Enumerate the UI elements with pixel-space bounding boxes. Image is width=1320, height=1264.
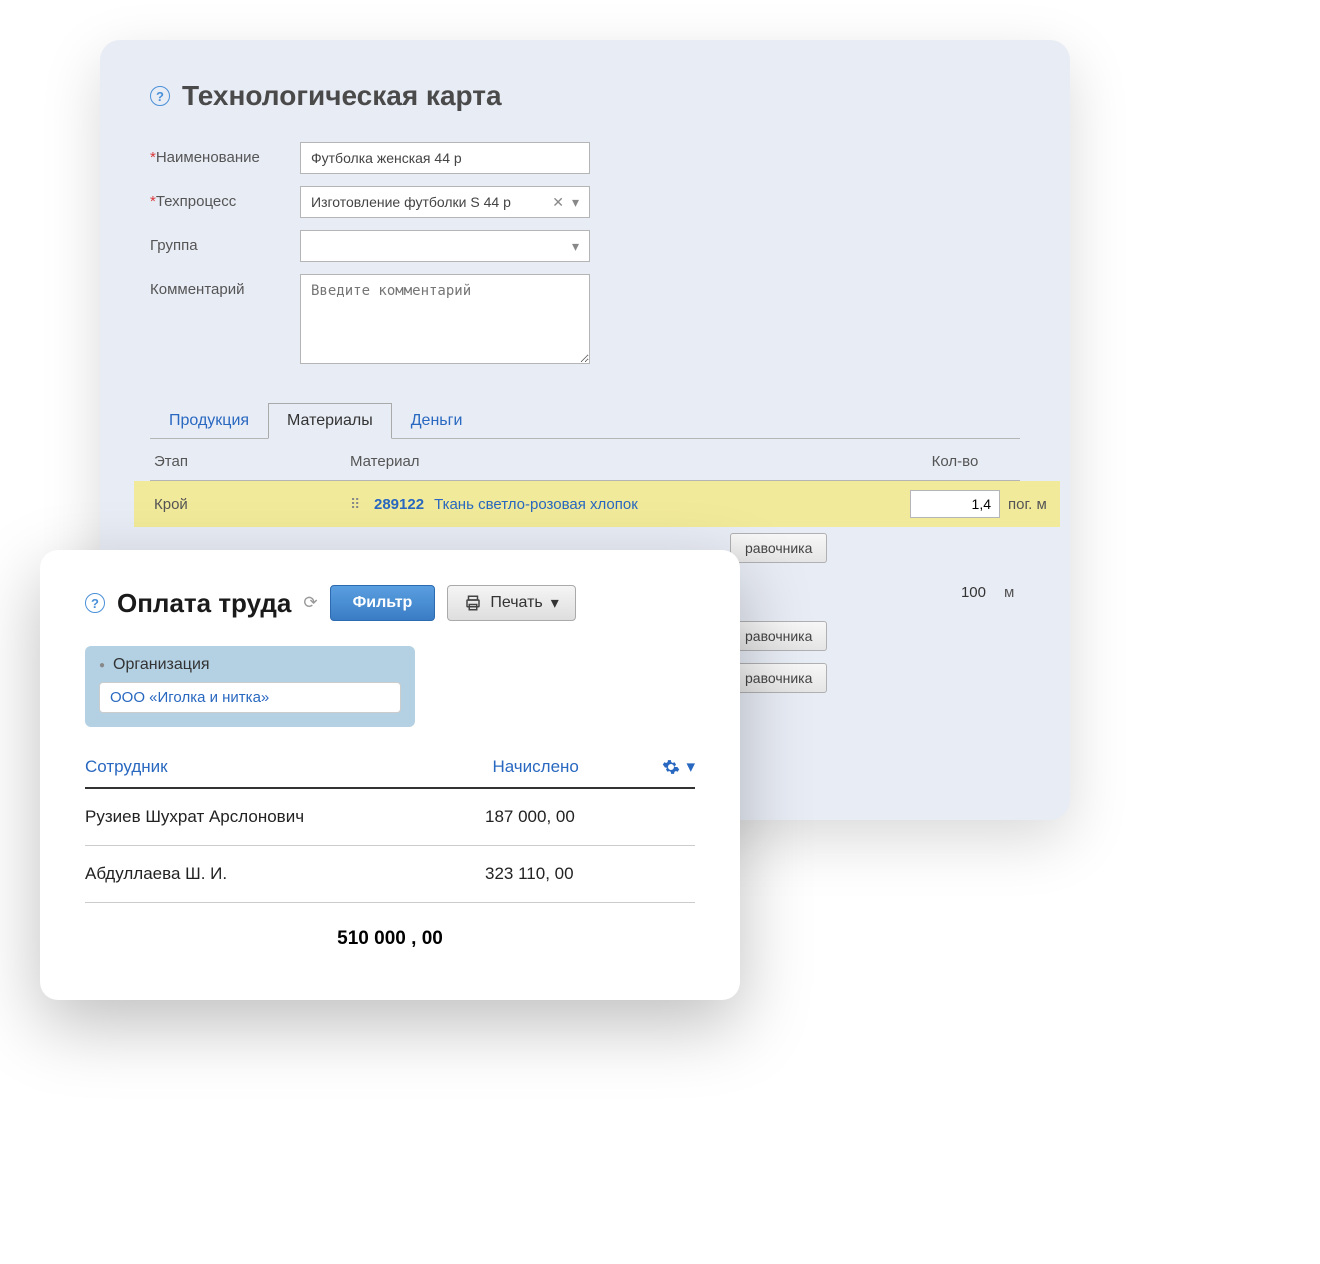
comment-label: Комментарий xyxy=(150,274,300,298)
form-row-group: Группа ▾ xyxy=(150,230,1070,262)
form-row-comment: Комментарий xyxy=(150,274,1070,364)
org-filter-value[interactable]: ООО «Иголка и нитка» xyxy=(99,682,401,713)
col-qty-header: Кол-во xyxy=(890,453,1020,470)
filter-button[interactable]: Фильтр xyxy=(330,585,436,621)
column-settings[interactable]: ▾ xyxy=(662,757,695,777)
chevron-down-icon: ▾ xyxy=(551,593,559,613)
print-button[interactable]: Печать ▾ xyxy=(447,585,575,621)
employee-name: Рузиев Шухрат Арслонович xyxy=(85,807,485,827)
payroll-table: Сотрудник Начислено ▾ Рузиев Шухрат Арсл… xyxy=(85,757,695,950)
group-label: Группа xyxy=(150,230,300,254)
panel-title-row: ? Технологическая карта xyxy=(150,80,1070,112)
name-input[interactable]: Футболка женская 44 р xyxy=(300,142,590,174)
unit-label: м xyxy=(996,584,1056,601)
comment-textarea[interactable] xyxy=(300,274,590,364)
name-label: *Наименование xyxy=(150,142,300,166)
payroll-row[interactable]: Абдуллаева Ш. И. 323 110, 00 xyxy=(85,846,695,903)
tab-materials[interactable]: Материалы xyxy=(268,403,392,439)
chevron-down-icon[interactable]: ▾ xyxy=(572,194,579,211)
payroll-title-row: ? Оплата труда ⟳ Фильтр Печать ▾ xyxy=(85,585,695,621)
col-material-header: Материал xyxy=(350,453,890,470)
unit-label: пог. м xyxy=(1000,496,1060,513)
payroll-panel: ? Оплата труда ⟳ Фильтр Печать ▾ ● Орган… xyxy=(40,550,740,1000)
help-icon[interactable]: ? xyxy=(85,593,105,613)
qty-input[interactable] xyxy=(910,490,1000,518)
form-row-process: *Техпроцесс Изготовление футболки S 44 р… xyxy=(150,186,1070,218)
clear-icon[interactable]: ✕ xyxy=(552,194,564,211)
reference-button-1[interactable]: равочника xyxy=(730,533,827,563)
material-name[interactable]: Ткань светло-розовая хлопок xyxy=(434,496,910,513)
employee-column-header[interactable]: Сотрудник xyxy=(85,757,492,777)
tabs: Продукция Материалы Деньги xyxy=(150,402,1020,439)
drag-handle-icon[interactable]: ⠿ xyxy=(350,496,374,513)
col-stage-header: Этап xyxy=(150,453,350,470)
payroll-total: 510 000 , 00 xyxy=(85,903,695,950)
refresh-icon[interactable]: ⟳ xyxy=(303,593,317,613)
org-filter-label: ● Организация xyxy=(99,656,401,674)
tab-money[interactable]: Деньги xyxy=(392,403,482,439)
process-select[interactable]: Изготовление футболки S 44 р ✕ ▾ xyxy=(300,186,590,218)
chevron-down-icon: ▾ xyxy=(686,757,695,777)
stage-cell: Крой xyxy=(150,496,350,513)
material-row-1[interactable]: Крой ⠿ 289122 Ткань светло-розовая хлопо… xyxy=(134,481,1060,527)
payroll-title: Оплата труда xyxy=(117,588,291,619)
printer-icon xyxy=(464,594,482,612)
gear-icon xyxy=(662,758,680,776)
payroll-table-header: Сотрудник Начислено ▾ xyxy=(85,757,695,789)
payroll-row[interactable]: Рузиев Шухрат Арслонович 187 000, 00 xyxy=(85,789,695,846)
filter-box: ● Организация ООО «Иголка и нитка» xyxy=(85,646,415,727)
help-icon[interactable]: ? xyxy=(150,86,170,106)
form-row-name: *Наименование Футболка женская 44 р xyxy=(150,142,1070,174)
page-title: Технологическая карта xyxy=(182,80,502,112)
process-label: *Техпроцесс xyxy=(150,186,300,210)
group-select[interactable]: ▾ xyxy=(300,230,590,262)
tab-products[interactable]: Продукция xyxy=(150,403,268,439)
chevron-down-icon[interactable]: ▾ xyxy=(572,238,579,255)
qty-value: 100 xyxy=(906,584,996,601)
grid-header: Этап Материал Кол-во xyxy=(150,439,1020,481)
bullet-icon: ● xyxy=(99,660,105,671)
employee-amount: 323 110, 00 xyxy=(485,864,655,884)
accrued-column-header[interactable]: Начислено xyxy=(492,757,662,777)
employee-amount: 187 000, 00 xyxy=(485,807,655,827)
employee-name: Абдуллаева Ш. И. xyxy=(85,864,485,884)
reference-button-3[interactable]: равочника xyxy=(730,663,827,693)
material-code[interactable]: 289122 xyxy=(374,496,424,513)
reference-button-2[interactable]: равочника xyxy=(730,621,827,651)
